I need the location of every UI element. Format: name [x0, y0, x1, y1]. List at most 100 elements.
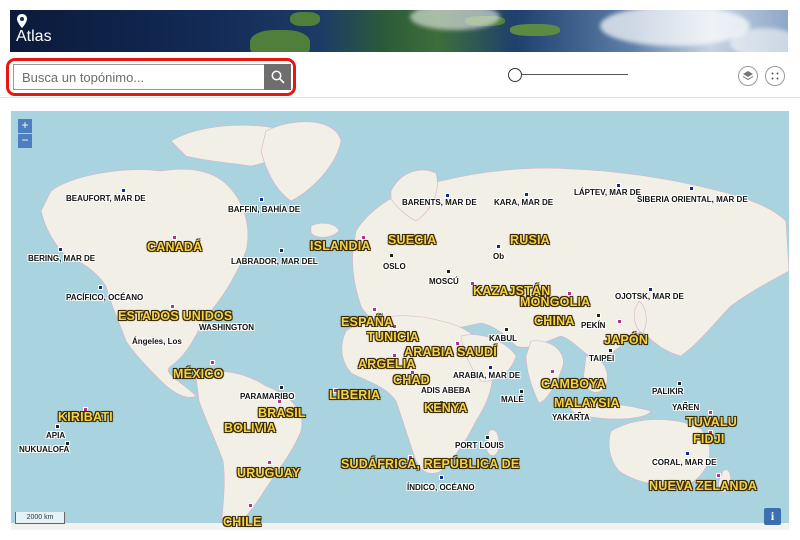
place-label: APIA	[46, 431, 66, 440]
toolbar	[0, 52, 800, 98]
info-button[interactable]: i	[764, 508, 781, 525]
place-label: PARAMARIBO	[240, 392, 295, 401]
place-label: CORAL, MAR DE	[652, 458, 717, 467]
map-marker[interactable]	[248, 503, 253, 508]
map-pin-icon	[17, 14, 27, 28]
map-marker[interactable]	[267, 460, 272, 465]
place-label: OJOTSK, MAR DE	[615, 292, 684, 301]
fullscreen-button[interactable]	[765, 66, 785, 86]
country-label: CANADÁ	[147, 240, 203, 254]
map-marker[interactable]	[504, 327, 509, 332]
layers-icon	[742, 71, 754, 81]
country-label: TUNICIA	[367, 330, 420, 344]
map-marker[interactable]	[488, 365, 493, 370]
country-label: TUVALU	[686, 415, 737, 429]
map-marker[interactable]	[677, 381, 682, 386]
place-label: PORT LOUIS	[455, 441, 504, 450]
map-marker[interactable]	[485, 435, 490, 440]
country-label: CHAD	[393, 373, 430, 387]
country-label: ESTADOS UNIDOS	[118, 309, 233, 323]
country-label: MALAYSIA	[554, 396, 620, 410]
brand[interactable]: Atlas	[16, 14, 52, 46]
place-label: YAREN	[672, 403, 700, 412]
map-marker[interactable]	[210, 360, 215, 365]
place-label: BEAUFORT, MAR DE	[66, 194, 146, 203]
map-marker[interactable]	[389, 253, 394, 258]
place-label: PACÍFICO, OCÉANO	[66, 293, 144, 302]
place-label: PEKÍN	[581, 321, 606, 330]
country-label: SUECIA	[388, 233, 437, 247]
layers-button[interactable]	[738, 66, 758, 86]
place-label: OSLO	[383, 262, 406, 271]
map-marker[interactable]	[446, 269, 451, 274]
opacity-slider[interactable]	[508, 67, 628, 83]
place-label: Ángeles, Los	[132, 337, 182, 346]
map-marker[interactable]	[279, 248, 284, 253]
place-label: BARENTS, MAR DE	[402, 198, 477, 207]
country-label: ARABIA SAUDÍ	[404, 345, 497, 359]
country-label: RUSIA	[510, 233, 550, 247]
place-label: ÍNDICO, OCÉANO	[407, 483, 475, 492]
country-label: JAPÓN	[604, 333, 649, 347]
world-map[interactable]: + − BEAUFORT, MAR DE BAFFIN, BAHÍA DE BA…	[11, 111, 789, 530]
map-marker[interactable]	[689, 186, 694, 191]
place-label: WASHINGTON	[199, 323, 254, 332]
map-marker[interactable]	[617, 319, 622, 324]
place-label: KABUL	[489, 334, 517, 343]
scale-bar: 2000 km	[15, 512, 65, 524]
zoom-in-button[interactable]: +	[18, 119, 32, 133]
map-marker[interactable]	[98, 285, 103, 290]
country-label: CAMBOYA	[541, 377, 606, 391]
zoom-controls: + −	[18, 119, 32, 149]
country-label: KIRIBATI	[58, 410, 113, 424]
search-box	[6, 58, 296, 96]
map-marker[interactable]	[608, 348, 613, 353]
map-marker[interactable]	[121, 188, 126, 193]
place-label: ARABIA, MAR DE	[453, 371, 521, 380]
slider-thumb[interactable]	[508, 68, 522, 82]
place-label: LÁPTEV, MAR DE	[574, 188, 641, 197]
place-label: KARA, MAR DE	[494, 198, 554, 207]
country-label: KENYA	[424, 401, 468, 415]
slider-track	[514, 74, 628, 75]
map-marker[interactable]	[259, 197, 264, 202]
country-label: CHINA	[534, 314, 575, 328]
map-marker[interactable]	[716, 473, 721, 478]
map-marker[interactable]	[524, 192, 529, 197]
map-marker[interactable]	[439, 475, 444, 480]
place-label: ADIS ABEBA	[421, 386, 471, 395]
place-label: TAIPEI	[589, 354, 615, 363]
app-title: Atlas	[16, 28, 52, 45]
country-label: ISLANDIA	[310, 239, 371, 253]
search-button[interactable]	[264, 64, 291, 90]
map-marker[interactable]	[685, 451, 690, 456]
country-label: FIDJI	[693, 432, 725, 446]
country-label: ARGELIA	[358, 357, 416, 371]
place-label: NUKUALOFA	[19, 445, 70, 454]
country-label: BRASIL	[258, 406, 306, 420]
map-marker[interactable]	[372, 307, 377, 312]
search-input[interactable]	[13, 64, 264, 90]
place-label: BERING, MAR DE	[28, 254, 96, 263]
place-label: Ob	[493, 252, 505, 261]
place-label: BAFFIN, BAHÍA DE	[228, 205, 301, 214]
map-marker[interactable]	[58, 247, 63, 252]
place-label: MOSCÚ	[429, 277, 459, 286]
country-label: SUDÁFRICA, REPÚBLICA DE	[341, 457, 520, 471]
place-label: MALÉ	[501, 395, 524, 404]
place-label: PALIKIR	[652, 387, 684, 396]
map-marker[interactable]	[550, 369, 555, 374]
map-marker[interactable]	[596, 313, 601, 318]
map-marker[interactable]	[279, 385, 284, 390]
country-label: BOLIVIA	[224, 421, 277, 435]
header-banner: Atlas	[10, 10, 788, 52]
search-icon	[271, 70, 285, 84]
fullscreen-icon	[771, 72, 779, 80]
map-marker[interactable]	[55, 424, 60, 429]
map-marker[interactable]	[496, 244, 501, 249]
map-marker[interactable]	[519, 389, 524, 394]
country-label: ESPAÑA	[341, 315, 394, 329]
zoom-out-button[interactable]: −	[18, 134, 32, 148]
country-label: LIBERIA	[329, 388, 381, 402]
country-label: MONGOLIA	[520, 295, 591, 309]
